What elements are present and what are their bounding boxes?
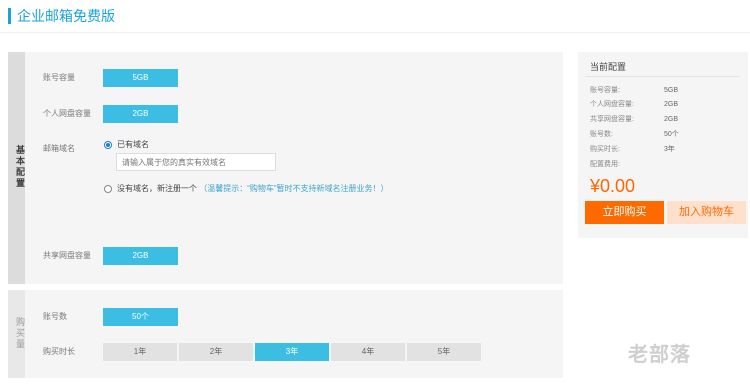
add-to-cart-button[interactable]: 加入购物车	[667, 201, 746, 224]
basic-config-section: 基本配置 账号容量 5GB 个人网盘容量 2GB 邮箱域名 已有域名 没有域名，…	[8, 52, 563, 284]
shared-disk-option[interactable]: 2GB	[103, 247, 178, 265]
personal-disk-option[interactable]: 2GB	[103, 105, 178, 123]
mail-domain-label: 邮箱域名	[43, 144, 75, 153]
account-capacity-option[interactable]: 5GB	[103, 69, 178, 87]
summary-personal-disk-value: 2GB	[664, 101, 679, 108]
new-domain-label: 没有域名，新注册一个	[117, 184, 197, 193]
summary-shared-disk-label: 共享网盘容量:	[590, 116, 634, 123]
shared-disk-label: 共享网盘容量	[43, 251, 91, 260]
purchase-sidebar: 购买量	[8, 290, 25, 378]
duration-label: 购买时长	[43, 347, 75, 356]
fee-label: 配置费用:	[590, 161, 620, 168]
watermark: 老部落	[628, 342, 691, 366]
account-capacity-label: 账号容量	[43, 73, 75, 82]
purchase-label: 购买量	[15, 317, 25, 350]
new-domain-radio[interactable]	[104, 185, 112, 193]
domain-tip: （温馨提示：“购物车”暂时不支持新域名注册业务！）	[199, 184, 389, 193]
personal-disk-label: 个人网盘容量	[43, 109, 91, 118]
summary-duration-label: 购买时长:	[590, 146, 620, 153]
new-domain-option: 没有域名，新注册一个 （温馨提示：“购物车”暂时不支持新域名注册业务！）	[117, 184, 389, 194]
summary-account-capacity-value: 5GB	[664, 87, 679, 94]
duration-option-1y[interactable]: 1年	[103, 343, 178, 361]
current-config-divider	[586, 76, 740, 77]
domain-input[interactable]	[116, 153, 276, 171]
summary-accounts-value: 50个	[664, 131, 679, 138]
header-divider	[0, 32, 750, 33]
price-value: ¥0.00	[590, 176, 636, 196]
has-domain-radio[interactable]	[104, 141, 112, 149]
buy-now-button[interactable]: 立即购买	[585, 201, 664, 224]
summary-account-capacity-label: 账号容量:	[590, 87, 620, 94]
duration-option-3y[interactable]: 3年	[255, 343, 330, 361]
page-header: 企业邮箱免费版	[8, 8, 115, 24]
summary-personal-disk-label: 个人网盘容量:	[590, 101, 634, 108]
accounts-option[interactable]: 50个	[103, 308, 178, 326]
has-domain-label: 已有域名	[117, 140, 149, 149]
accounts-label: 账号数	[43, 312, 67, 321]
duration-option-5y[interactable]: 5年	[407, 343, 482, 361]
summary-shared-disk-value: 2GB	[664, 116, 679, 123]
basic-config-label: 基本配置	[15, 145, 25, 189]
summary-duration-value: 3年	[664, 146, 675, 153]
duration-option-4y[interactable]: 4年	[331, 343, 406, 361]
summary-accounts-label: 账号数:	[590, 131, 613, 138]
duration-option-2y[interactable]: 2年	[179, 343, 254, 361]
purchase-section: 购买量 账号数 50个 购买时长 1年 2年 3年 4年 5年	[8, 290, 563, 378]
current-config-panel: 当前配置 账号容量: 5GB 个人网盘容量: 2GB 共享网盘容量: 2GB 账…	[578, 52, 748, 238]
page-title: 企业邮箱免费版	[17, 8, 115, 24]
basic-config-sidebar: 基本配置	[8, 52, 25, 284]
current-config-title: 当前配置	[590, 62, 627, 72]
